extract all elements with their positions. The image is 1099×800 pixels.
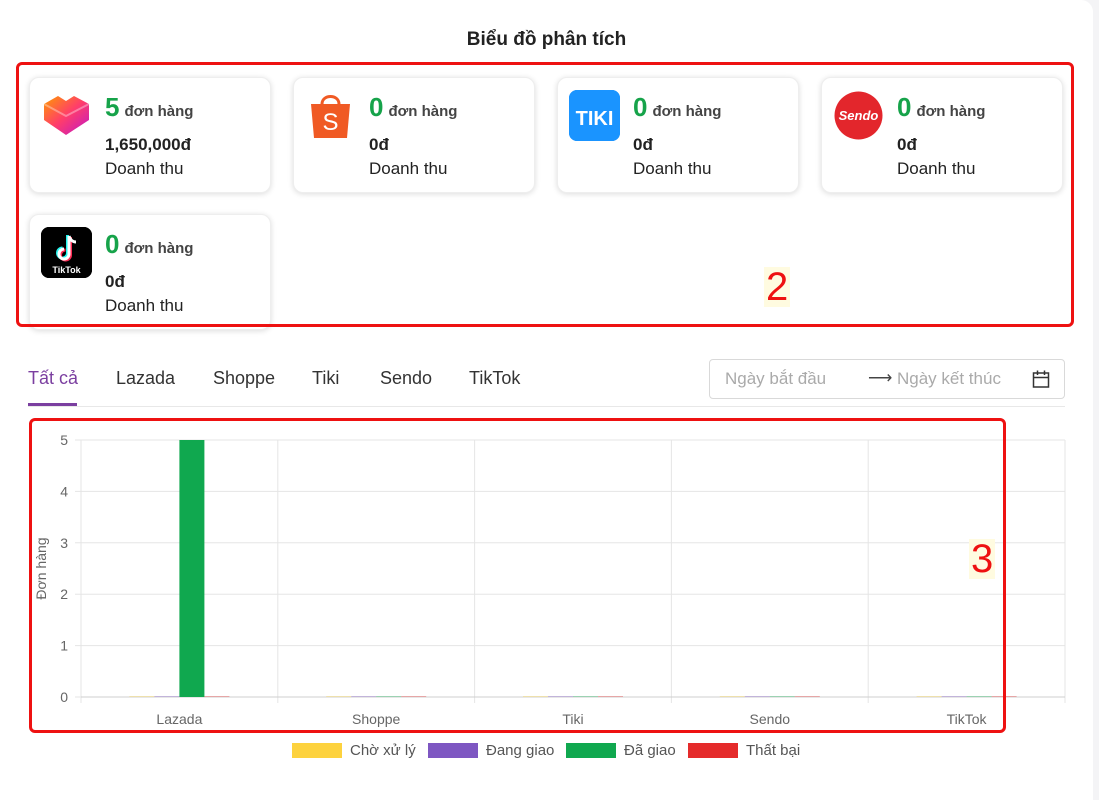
tab-tiktok[interactable]: TikTok (469, 368, 520, 389)
annotation-box-cards (16, 62, 1074, 327)
legend-item[interactable]: Đang giao (428, 742, 554, 759)
legend-swatch (566, 743, 616, 758)
page-title: Biểu đồ phân tích (466, 29, 627, 50)
legend-label: Đang giao (486, 742, 555, 759)
range-arrow-icon: ⟶ (868, 368, 893, 387)
analytics-panel: Biểu đồ phân tích 5 đơn hàng 1,650,000đ … (0, 0, 1093, 800)
annotation-label-chart: 3 (969, 537, 996, 581)
legend-label: Thất bại (746, 742, 801, 759)
chart-legend: Chờ xử lý Đang giao Đã giao Thất bại (0, 742, 1093, 762)
annotation-label-cards: 2 (764, 265, 791, 309)
tab-tiki[interactable]: Tiki (312, 368, 339, 389)
legend-swatch (428, 743, 478, 758)
tab-sendo[interactable]: Sendo (380, 368, 432, 389)
legend-label: Chờ xử lý (350, 742, 416, 759)
tabs-divider (28, 406, 1065, 407)
start-date-input[interactable]: Ngày bắt đầu (725, 369, 826, 389)
tab-shoppe[interactable]: Shoppe (213, 368, 275, 389)
legend-label: Đã giao (624, 742, 676, 759)
tab-lazada[interactable]: Lazada (116, 368, 175, 389)
annotation-box-chart (29, 418, 1006, 733)
legend-swatch (292, 743, 342, 758)
legend-item[interactable]: Chờ xử lý (292, 742, 416, 759)
legend-item[interactable]: Thất bại (688, 742, 800, 759)
tab-all[interactable]: Tất cả (28, 368, 78, 389)
calendar-icon[interactable] (1032, 369, 1050, 389)
legend-item[interactable]: Đã giao (566, 742, 676, 759)
legend-swatch (688, 743, 738, 758)
date-range-picker[interactable]: Ngày bắt đầu ⟶ Ngày kết thúc (709, 359, 1065, 399)
end-date-input[interactable]: Ngày kết thúc (897, 369, 1001, 389)
